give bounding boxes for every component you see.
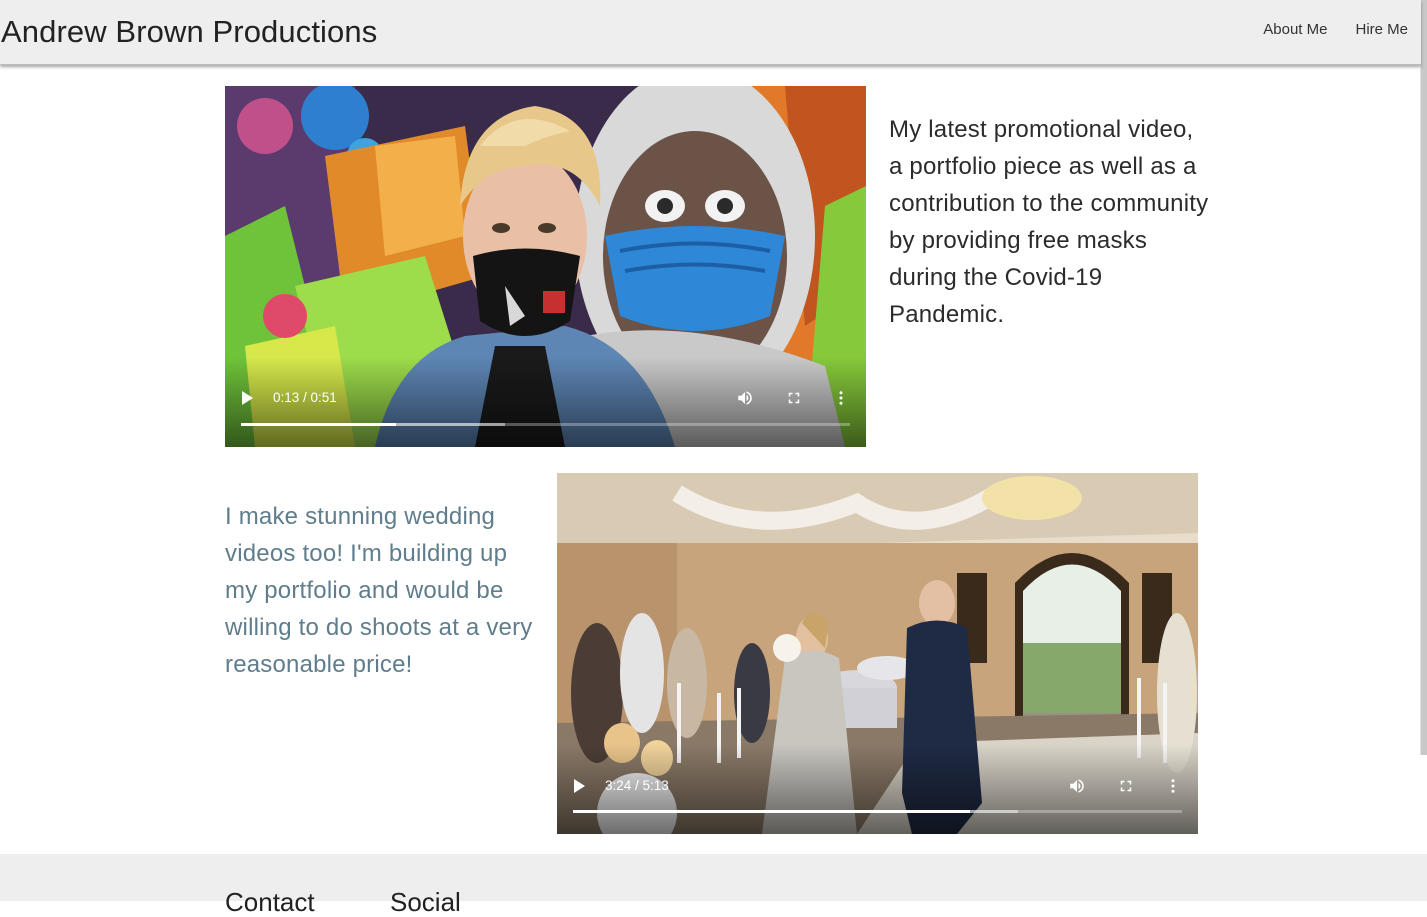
video-progress-fill	[573, 810, 970, 813]
fullscreen-icon[interactable]	[1117, 777, 1135, 795]
video-time: 0:13 / 0:51	[273, 390, 337, 405]
promo-video-description: My latest promotional video, a portfolio…	[889, 116, 1209, 328]
more-options-icon[interactable]	[1164, 777, 1182, 795]
navbar: Andrew Brown Productions About Me Hire M…	[0, 0, 1421, 65]
more-options-icon[interactable]	[832, 389, 850, 407]
brand-title[interactable]: Andrew Brown Productions	[1, 12, 377, 52]
footer-heading-contact: Contact	[225, 887, 315, 917]
video-progress-fill	[241, 423, 396, 426]
video-time: 3:24 / 5:13	[605, 778, 669, 793]
footer-heading-social: Social	[390, 887, 461, 917]
page-scrollbar[interactable]	[1420, 0, 1427, 755]
volume-icon[interactable]	[736, 389, 754, 407]
play-icon[interactable]	[242, 391, 253, 405]
nav-about-me[interactable]: About Me	[1263, 21, 1327, 38]
play-icon[interactable]	[574, 779, 585, 793]
nav-hire-me[interactable]: Hire Me	[1355, 21, 1408, 38]
video-progress-bar[interactable]	[241, 423, 850, 426]
volume-icon[interactable]	[1068, 777, 1086, 795]
wedding-video-player[interactable]: 3:24 / 5:13	[557, 473, 1198, 834]
nav-links: About Me Hire Me	[1263, 21, 1408, 38]
fullscreen-icon[interactable]	[785, 389, 803, 407]
video-progress-bar[interactable]	[573, 810, 1182, 813]
promo-video-player[interactable]: 0:13 / 0:51	[225, 86, 866, 447]
footer: Contact Social	[0, 854, 1427, 917]
wedding-video-description: I make stunning wedding videos too! I'm …	[225, 503, 533, 678]
